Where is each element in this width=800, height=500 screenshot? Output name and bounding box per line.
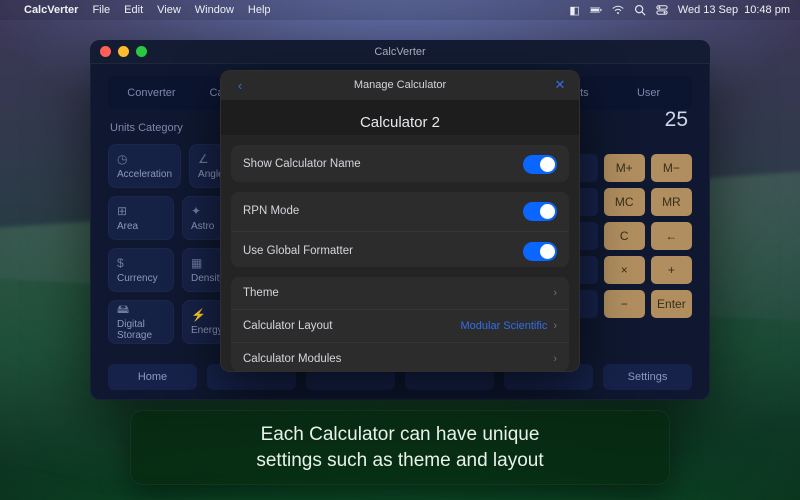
traffic-lights (100, 46, 147, 57)
settings-group-1: Show Calculator Name (231, 145, 569, 182)
toggle-rpn-mode[interactable] (523, 202, 557, 221)
row-rpn-mode[interactable]: RPN Mode (231, 192, 569, 231)
grid-icon: ⊞ (117, 205, 127, 217)
clock-icon: ◷ (117, 153, 127, 165)
menu-edit[interactable]: Edit (124, 4, 143, 16)
window-titlebar[interactable]: CalcVerter (90, 40, 710, 64)
zoom-window-button[interactable] (136, 46, 147, 57)
row-label: Theme (243, 287, 279, 299)
category-acceleration[interactable]: ◷ Acceleration (108, 144, 181, 188)
category-label: Acceleration (117, 169, 172, 180)
modal-header: ‹ Manage Calculator ✕ (221, 71, 579, 100)
angle-icon: ∠ (198, 153, 209, 165)
toggle-global-formatter[interactable] (523, 242, 557, 261)
settings-group-3: Theme › Calculator Layout Modular Scient… (231, 277, 569, 371)
wifi-icon[interactable] (612, 4, 624, 16)
category-currency[interactable]: $ Currency (108, 248, 174, 292)
menu-window[interactable]: Window (195, 4, 234, 16)
density-icon: ▦ (191, 257, 202, 269)
tab-converter[interactable]: Converter (112, 80, 191, 106)
marketing-caption: Each Calculator can have unique settings… (130, 410, 670, 485)
settings-group-2: RPN Mode Use Global Formatter (231, 192, 569, 267)
menu-view[interactable]: View (157, 4, 181, 16)
row-calculator-modules[interactable]: Calculator Modules › (231, 342, 569, 371)
menu-help[interactable]: Help (248, 4, 271, 16)
category-label: Currency (117, 273, 158, 284)
category-area[interactable]: ⊞ Area (108, 196, 174, 240)
close-modal-button[interactable]: ✕ (551, 77, 569, 93)
row-label: Use Global Formatter (243, 245, 353, 257)
bottom-settings[interactable]: Settings (603, 364, 692, 390)
row-value: Modular Scientific (461, 320, 548, 332)
toggle-show-calculator-name[interactable] (523, 155, 557, 174)
manage-calculator-modal: ‹ Manage Calculator ✕ Calculator 2 Show … (220, 70, 580, 372)
menu-file[interactable]: File (92, 4, 110, 16)
modal-subtitle: Calculator 2 (221, 100, 579, 135)
back-button[interactable]: ‹ (231, 78, 249, 93)
row-label: Calculator Layout (243, 320, 333, 332)
menubar-time: 10:48 pm (744, 4, 790, 16)
key-minus[interactable]: − (604, 290, 645, 318)
macos-menubar: CalcVerter File Edit View Window Help ◧ … (0, 0, 800, 20)
chevron-right-icon: › (553, 287, 557, 299)
key-mc[interactable]: MC (604, 188, 645, 216)
key-enter[interactable]: Enter (651, 290, 692, 318)
app-window: CalcVerter Converter Calculator Elements… (90, 40, 710, 400)
tab-user[interactable]: User (609, 80, 688, 106)
caption-line-1: Each Calculator can have unique (148, 422, 652, 448)
chevron-right-icon: › (553, 353, 557, 365)
row-label: Show Calculator Name (243, 158, 361, 170)
window-title: CalcVerter (374, 46, 425, 58)
star-icon: ✦ (191, 205, 201, 217)
caption-line-2: settings such as theme and layout (148, 448, 652, 474)
dollar-icon: $ (117, 257, 124, 269)
key-multiply[interactable]: × (604, 256, 645, 284)
row-calculator-layout[interactable]: Calculator Layout Modular Scientific › (231, 309, 569, 342)
row-use-global-formatter[interactable]: Use Global Formatter (231, 231, 569, 267)
key-backspace[interactable]: ← (651, 222, 692, 250)
key-mr[interactable]: MR (651, 188, 692, 216)
key-m-minus[interactable]: M− (651, 154, 692, 182)
status-icon-generic[interactable]: ◧ (569, 4, 579, 17)
chevron-right-icon: › (553, 320, 557, 332)
menubar-date: Wed 13 Sep (678, 4, 738, 16)
bottom-home[interactable]: Home (108, 364, 197, 390)
category-label: Area (117, 221, 138, 232)
category-label: Astro (191, 221, 214, 232)
row-label: Calculator Modules (243, 353, 341, 365)
app-name[interactable]: CalcVerter (24, 4, 78, 16)
key-m-plus[interactable]: M+ (604, 154, 645, 182)
category-label: Energy (191, 325, 223, 336)
storage-icon: 🖴 (117, 303, 129, 315)
row-theme[interactable]: Theme › (231, 277, 569, 309)
calculator-display: 25 (665, 108, 688, 132)
search-icon[interactable] (634, 4, 646, 16)
menubar-clock[interactable]: Wed 13 Sep 10:48 pm (678, 4, 790, 16)
minimize-window-button[interactable] (118, 46, 129, 57)
key-clear[interactable]: C (604, 222, 645, 250)
close-window-button[interactable] (100, 46, 111, 57)
modal-title: Manage Calculator (249, 79, 551, 91)
bolt-icon: ⚡ (191, 309, 206, 321)
category-label: Digital Storage (117, 319, 165, 341)
battery-icon[interactable] (590, 4, 602, 16)
row-label: RPN Mode (243, 205, 299, 217)
category-digital-storage[interactable]: 🖴 Digital Storage (108, 300, 174, 344)
key-plus[interactable]: + (651, 256, 692, 284)
row-show-calculator-name[interactable]: Show Calculator Name (231, 145, 569, 182)
control-center-icon[interactable] (656, 4, 668, 16)
